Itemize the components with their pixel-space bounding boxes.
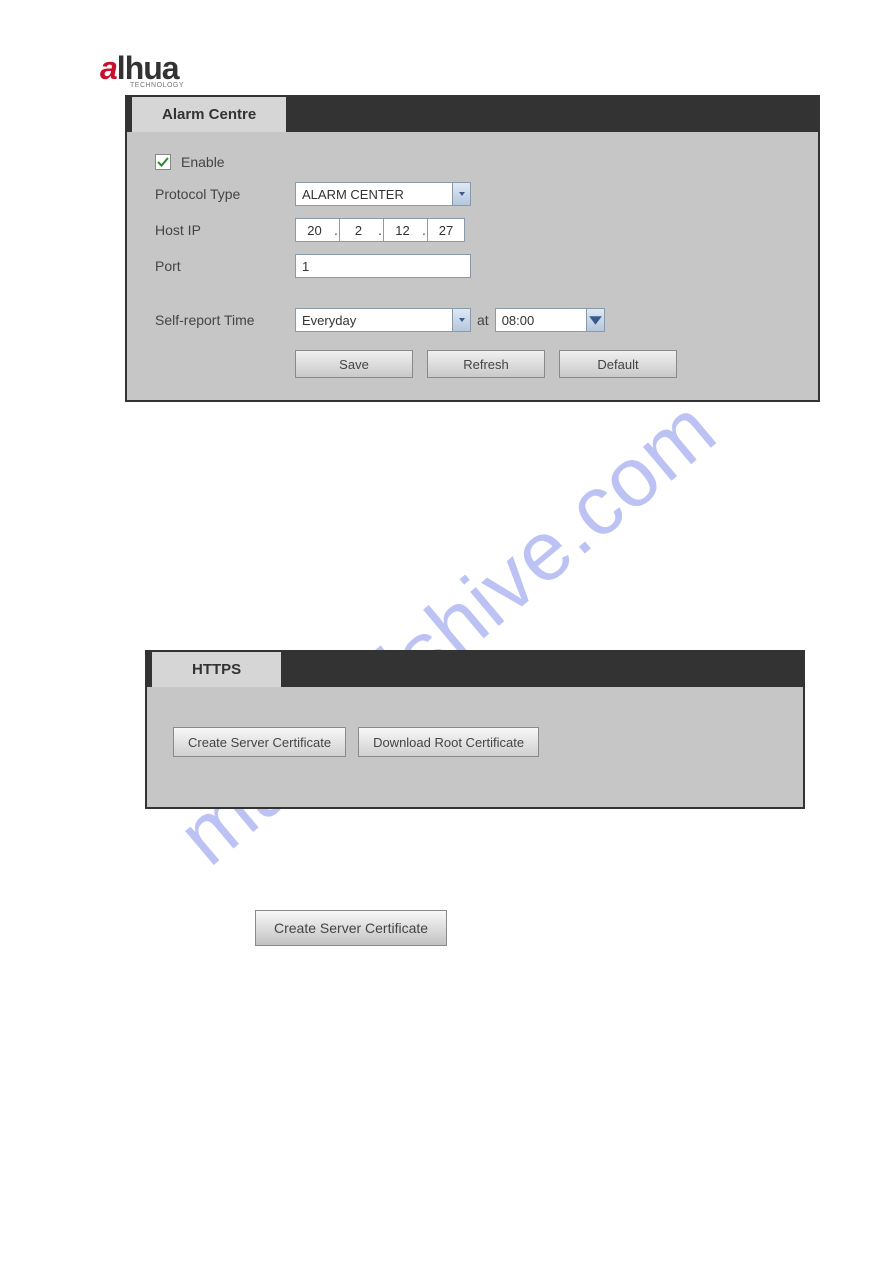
chevron-down-icon: [452, 309, 470, 331]
ip-octet-4[interactable]: [427, 218, 465, 242]
save-button[interactable]: Save: [295, 350, 413, 378]
port-label: Port: [155, 258, 295, 274]
protocol-type-value: ALARM CENTER: [302, 187, 404, 202]
ip-octet-1[interactable]: [295, 218, 333, 242]
host-ip-input[interactable]: . . .: [295, 218, 465, 242]
protocol-type-label: Protocol Type: [155, 186, 295, 202]
default-button[interactable]: Default: [559, 350, 677, 378]
port-input[interactable]: [295, 254, 471, 278]
enable-label: Enable: [181, 154, 225, 170]
tab-https[interactable]: HTTPS: [152, 652, 281, 687]
panel-header-bar: Alarm Centre: [127, 97, 818, 132]
self-report-time-value: 08:00: [502, 313, 535, 328]
tab-alarm-centre[interactable]: Alarm Centre: [132, 97, 286, 132]
download-root-certificate-button[interactable]: Download Root Certificate: [358, 727, 539, 757]
ip-octet-2[interactable]: [339, 218, 377, 242]
self-report-time-select[interactable]: 08:00: [495, 308, 605, 332]
alarm-centre-panel: Alarm Centre Enable Protocol Type ALARM …: [125, 95, 820, 402]
self-report-time-label: Self-report Time: [155, 312, 295, 328]
self-report-day-value: Everyday: [302, 313, 356, 328]
panel-header-bar: HTTPS: [147, 652, 803, 687]
create-server-certificate-button-standalone[interactable]: Create Server Certificate: [255, 910, 447, 946]
protocol-type-select[interactable]: ALARM CENTER: [295, 182, 471, 206]
at-label: at: [477, 312, 489, 328]
https-panel: HTTPS Create Server Certificate Download…: [145, 650, 805, 809]
refresh-button[interactable]: Refresh: [427, 350, 545, 378]
ip-octet-3[interactable]: [383, 218, 421, 242]
self-report-day-select[interactable]: Everyday: [295, 308, 471, 332]
brand-subtitle: TECHNOLOGY: [130, 82, 184, 89]
enable-checkbox[interactable]: [155, 154, 171, 170]
create-server-certificate-button[interactable]: Create Server Certificate: [173, 727, 346, 757]
chevron-down-icon: [586, 309, 604, 331]
chevron-down-icon: [452, 183, 470, 205]
host-ip-label: Host IP: [155, 222, 295, 238]
